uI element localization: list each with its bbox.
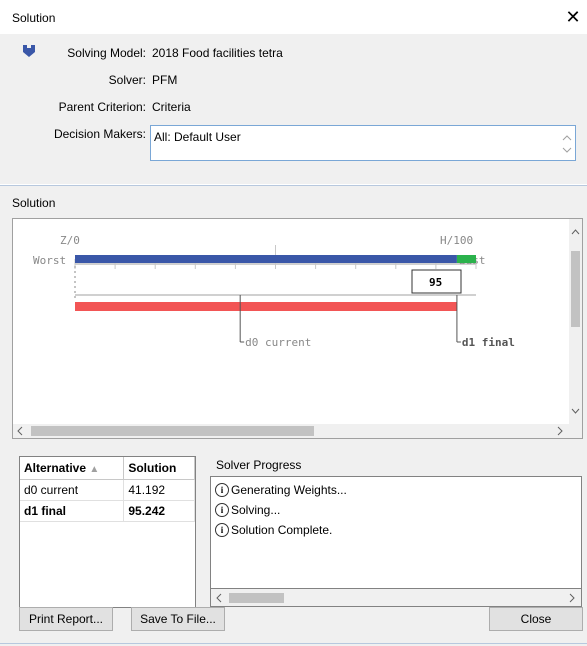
decision-makers-value: All: Default User (154, 130, 241, 144)
model-label: Solving Model: (67, 46, 146, 60)
progress-hscroll-right-arrow (569, 593, 575, 603)
row-alternative-name: d0 current (20, 479, 125, 501)
chart-marker-label: d1 final (462, 336, 515, 349)
decision-makers-field[interactable]: All: Default User (150, 125, 576, 161)
chart-left-top-label: Z/0 (60, 234, 80, 247)
info-icon: i (215, 523, 229, 537)
chart-hscroll-thumb (31, 426, 314, 436)
decision-makers-scrollbar[interactable] (559, 126, 575, 160)
parent-criterion-value: Criteria (152, 100, 191, 114)
alternatives-table: Alternative ▲ Solution d0 current 41.192… (20, 457, 195, 522)
info-icon: i (215, 503, 229, 517)
chart-score-value: 95 (429, 276, 442, 289)
model-value: 2018 Food facilities tetra (152, 46, 283, 60)
chart-right-top-label: H/100 (440, 234, 473, 247)
chart-green-bar (456, 255, 476, 263)
window-title: Solution (12, 11, 56, 25)
progress-item: i Generating Weights... (215, 483, 347, 497)
save-to-file-button[interactable]: Save To File... (131, 607, 225, 631)
info-icon: i (215, 483, 229, 497)
column-header-alternative[interactable]: Alternative ▲ (20, 457, 125, 480)
progress-hscroll-left-arrow (216, 593, 222, 603)
parent-criterion-label: Parent Criterion: (58, 100, 146, 114)
solver-progress-list: i Generating Weights... i Solving... i S… (210, 476, 582, 589)
row-alternative-name: d1 final (20, 500, 125, 522)
chart-red-bar (75, 302, 457, 311)
progress-item: i Solution Complete. (215, 523, 332, 537)
sort-ascending-icon: ▲ (89, 464, 100, 475)
chart-marker-label: d0 current (245, 336, 311, 349)
bottom-border (0, 643, 587, 644)
solver-progress-label: Solver Progress (216, 458, 302, 472)
progress-hscroll-thumb (229, 593, 284, 603)
chart-vscroll-thumb (571, 251, 580, 327)
close-button[interactable]: Close (489, 607, 583, 631)
alternatives-table-panel: Alternative ▲ Solution d0 current 41.192… (19, 456, 196, 608)
decision-makers-label: Decision Makers: (53, 127, 146, 141)
print-report-button[interactable]: Print Report... (19, 607, 113, 631)
progress-item-text: Solving... (231, 503, 281, 517)
progress-item-text: Generating Weights... (231, 483, 347, 497)
progress-item-text: Solution Complete. (231, 523, 333, 537)
close-window-button[interactable]: ✕ (563, 6, 583, 28)
row-solution-value: 41.192 (123, 479, 195, 501)
progress-item: i Solving... (215, 503, 280, 517)
column-header-alternative-label: Alternative (24, 461, 87, 475)
chart-worst-label: Worst (33, 254, 66, 267)
title-bar: Solution ✕ (0, 0, 587, 34)
solution-section-label: Solution (12, 196, 56, 210)
table-row[interactable]: d0 current 41.192 (20, 479, 195, 501)
solver-label: Solver: (108, 73, 146, 87)
column-header-solution[interactable]: Solution (123, 457, 195, 480)
solution-chart-panel: Z/0 H/100 Worst Best 95 d0 currentd1 fin… (12, 218, 583, 439)
row-solution-value: 95.242 (123, 500, 195, 522)
solution-chart: Z/0 H/100 Worst Best 95 d0 currentd1 fin… (13, 219, 582, 438)
solver-value: PFM (152, 73, 178, 87)
solver-progress-hscroll[interactable] (210, 589, 582, 607)
chart-blue-bar (75, 255, 457, 263)
table-row[interactable]: d1 final 95.242 (20, 500, 195, 522)
